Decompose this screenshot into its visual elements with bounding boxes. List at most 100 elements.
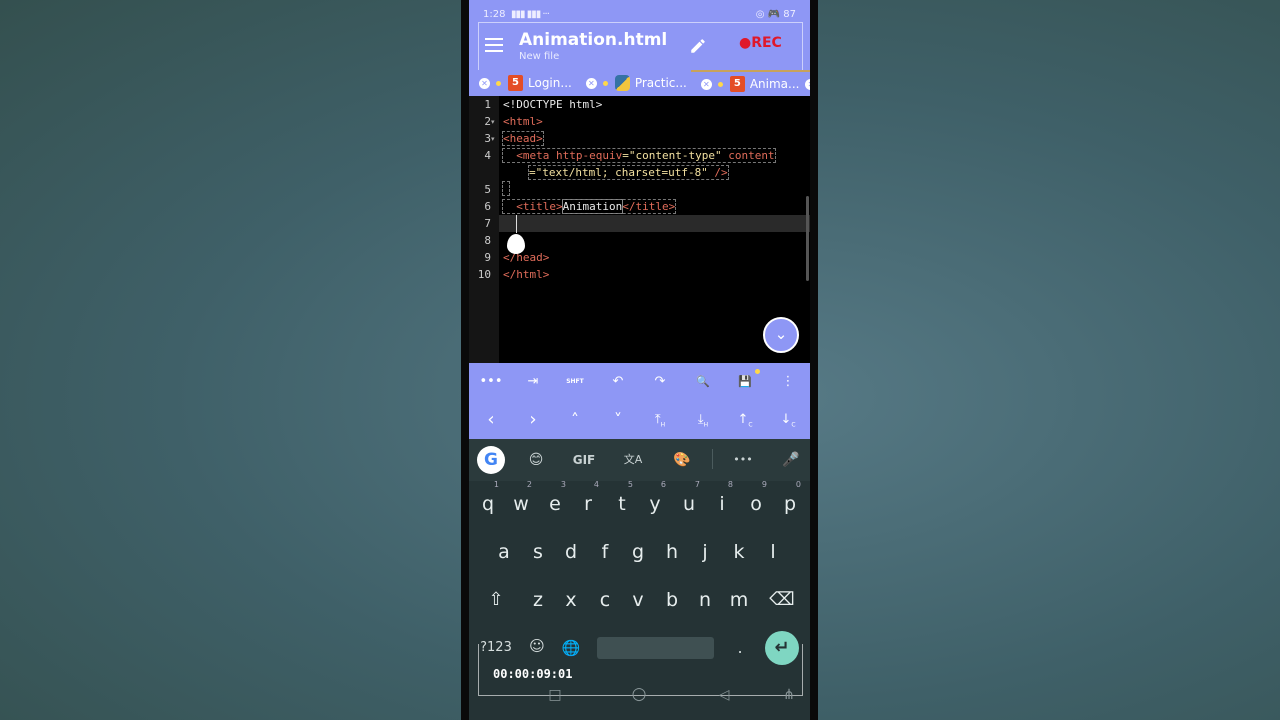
- close-icon[interactable]: ✕: [700, 78, 712, 90]
- line-number: 3: [484, 132, 491, 145]
- key-u[interactable]: u7: [674, 480, 704, 524]
- html5-icon: 5: [729, 76, 745, 92]
- key-z[interactable]: z: [523, 580, 553, 620]
- symbols-key[interactable]: ?123: [479, 633, 513, 663]
- key-g[interactable]: g: [623, 532, 653, 572]
- unsaved-dot: [717, 81, 723, 87]
- fold-arrow-icon[interactable]: ▾: [491, 135, 495, 143]
- more-symbols-button[interactable]: •••: [478, 372, 504, 392]
- sticker-icon[interactable]: 😊: [523, 449, 549, 471]
- code-line-wrapped: ="text/html; charset=utf-8" />: [528, 165, 729, 180]
- key-s[interactable]: s: [523, 532, 553, 572]
- key-w[interactable]: w2: [506, 480, 536, 524]
- key-r[interactable]: r4: [573, 480, 603, 524]
- period-key[interactable]: .: [733, 633, 747, 663]
- scrollbar-thumb[interactable]: [806, 196, 809, 281]
- tab-label: Practic...: [634, 76, 687, 90]
- backspace-key[interactable]: ⌫: [767, 580, 797, 620]
- redo-button[interactable]: ↷: [647, 372, 673, 392]
- key-m[interactable]: m: [724, 580, 754, 620]
- fold-arrow-icon[interactable]: ▾: [491, 118, 495, 126]
- more-options-icon[interactable]: •••: [730, 449, 756, 471]
- code-line: <meta http-equiv="content-type" content: [502, 148, 776, 163]
- cursor-up-button[interactable]: ˄: [562, 410, 588, 430]
- phone-frame: 1:28 ▮▮▮ ▮▮▮ ··· ◎ 🎮 87 Animation.html N…: [461, 0, 818, 720]
- enter-key[interactable]: ↵: [765, 631, 799, 665]
- line-number: 5: [484, 183, 491, 196]
- text-cursor: [516, 215, 517, 233]
- html5-icon: 5: [508, 75, 523, 91]
- key-e[interactable]: e3: [540, 480, 570, 524]
- line-home-button[interactable]: ⤒H: [647, 410, 673, 430]
- line-number: 9: [484, 251, 491, 264]
- file-title: Animation.html: [519, 30, 668, 50]
- key-b[interactable]: b: [657, 580, 687, 620]
- tab-indent-button[interactable]: ⇥: [520, 372, 546, 392]
- close-icon[interactable]: ✕: [585, 77, 597, 89]
- space-key[interactable]: [597, 637, 714, 659]
- undo-button[interactable]: ↶: [605, 372, 631, 392]
- microphone-icon[interactable]: 🎤: [778, 449, 804, 471]
- tab-practice[interactable]: ✕ Practic...: [576, 70, 691, 96]
- close-icon[interactable]: ✕: [479, 77, 490, 89]
- code-editor[interactable]: 1 2 ▾ 3 ▾ 4 5 6 7 8 9 10 <!DOCTYPE html>…: [469, 96, 810, 363]
- google-icon[interactable]: G: [477, 446, 505, 474]
- code-line: <title>Animation</title>: [501, 199, 677, 214]
- back-nav-icon[interactable]: ◁: [714, 687, 734, 703]
- key-l[interactable]: l: [758, 532, 788, 572]
- key-o[interactable]: o9: [741, 480, 771, 524]
- file-subtitle: New file: [519, 51, 560, 62]
- key-f[interactable]: f: [590, 532, 620, 572]
- key-k[interactable]: k: [724, 532, 754, 572]
- home-nav-icon[interactable]: ○: [629, 684, 649, 704]
- cursor-handle[interactable]: [507, 234, 525, 254]
- key-c[interactable]: c: [590, 580, 620, 620]
- tab-animation[interactable]: ✕ 5 Anima... ✕: [690, 70, 810, 96]
- cursor-left-button[interactable]: ‹: [478, 410, 504, 430]
- key-j[interactable]: j: [690, 532, 720, 572]
- key-d[interactable]: d: [556, 532, 586, 572]
- key-y[interactable]: y6: [640, 480, 670, 524]
- keyboard-suggestion-bar: G 😊 GIF 文A 🎨 ••• 🎤: [469, 439, 810, 481]
- shift-key[interactable]: ⇧: [481, 580, 511, 620]
- pencil-icon[interactable]: [689, 37, 707, 55]
- status-battery: ◎ 🎮 87: [755, 9, 796, 20]
- cursor-down-button[interactable]: ˅: [605, 410, 631, 430]
- doc-start-button[interactable]: ↑C: [732, 410, 758, 430]
- key-i[interactable]: i8: [707, 480, 737, 524]
- line-gutter: 1 2 ▾ 3 ▾ 4 5 6 7 8 9 10: [469, 96, 499, 363]
- palette-icon[interactable]: 🎨: [669, 449, 695, 471]
- line-number: 8: [484, 234, 491, 247]
- code-line: <html>: [503, 115, 543, 128]
- doc-end-button[interactable]: ↓C: [775, 410, 801, 430]
- recents-nav-icon[interactable]: □: [545, 687, 565, 703]
- translate-icon[interactable]: 文A: [620, 449, 646, 471]
- line-end-button[interactable]: ⤓H: [690, 410, 716, 430]
- globe-icon[interactable]: 🌐: [560, 633, 582, 663]
- shift-button[interactable]: SHFT: [562, 372, 588, 392]
- key-x[interactable]: x: [556, 580, 586, 620]
- code-line: <head>: [502, 131, 544, 146]
- tab-login[interactable]: ✕ 5 Login...: [469, 70, 576, 96]
- key-t[interactable]: t5: [607, 480, 637, 524]
- emoji-key[interactable]: ☺: [527, 631, 547, 661]
- tab-label: Anima...: [749, 77, 800, 91]
- key-n[interactable]: n: [690, 580, 720, 620]
- save-icon[interactable]: 💾: [732, 372, 758, 392]
- accessibility-icon[interactable]: ⋔: [779, 687, 799, 703]
- search-icon[interactable]: 🔍: [690, 372, 716, 392]
- phone-screen: 1:28 ▮▮▮ ▮▮▮ ··· ◎ 🎮 87 Animation.html N…: [469, 0, 810, 720]
- scroll-down-button[interactable]: ⌄: [763, 317, 799, 353]
- key-a[interactable]: a: [489, 532, 519, 572]
- key-q[interactable]: q1: [473, 480, 503, 524]
- gif-button[interactable]: GIF: [569, 449, 599, 471]
- key-p[interactable]: p0: [775, 480, 805, 524]
- cursor-right-button[interactable]: ›: [520, 410, 546, 430]
- key-h[interactable]: h: [657, 532, 687, 572]
- app-bar: 1:28 ▮▮▮ ▮▮▮ ··· ◎ 🎮 87 Animation.html N…: [469, 0, 810, 72]
- line-number: 4: [484, 149, 491, 162]
- close-icon[interactable]: ✕: [805, 78, 810, 90]
- key-v[interactable]: v: [623, 580, 653, 620]
- overflow-menu-icon[interactable]: ⋮: [775, 372, 801, 392]
- hamburger-menu-icon[interactable]: [485, 38, 503, 52]
